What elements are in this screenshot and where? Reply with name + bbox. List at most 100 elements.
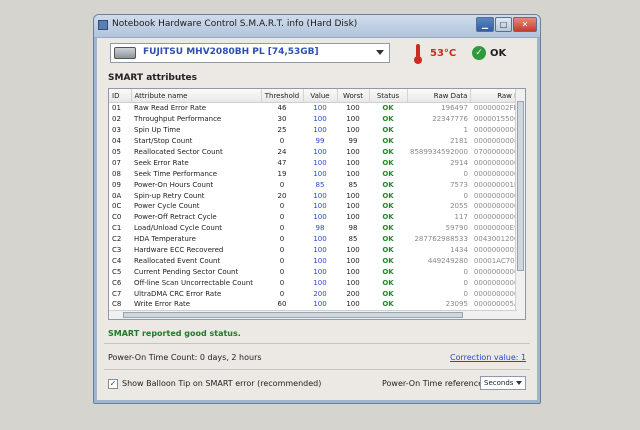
cell-worst: 100 bbox=[346, 246, 360, 255]
cell-worst: 100 bbox=[346, 256, 360, 265]
smart-info-window: Notebook Hardware Control S.M.A.R.T. inf… bbox=[93, 14, 541, 404]
cell-raw-data: 2181 bbox=[450, 137, 468, 146]
divider bbox=[104, 369, 530, 370]
cell-attribute-name: Seek Time Performance bbox=[134, 169, 218, 178]
cell-id: C7 bbox=[112, 289, 122, 298]
cell-attribute-name: UltraDMA CRC Error Rate bbox=[134, 289, 222, 298]
cell-attribute-name: Reallocated Event Count bbox=[134, 256, 221, 265]
cell-worst: 200 bbox=[346, 289, 360, 298]
cell-id: C1 bbox=[112, 224, 122, 233]
drive-dropdown[interactable]: FUJITSU MHV2080BH PL [74,53GB] bbox=[110, 43, 390, 63]
cell-value: 99 bbox=[315, 137, 325, 146]
cell-threshold: 0 bbox=[279, 137, 285, 146]
window-title: Notebook Hardware Control S.M.A.R.T. inf… bbox=[112, 19, 358, 29]
cell-attribute-name: Spin Up Time bbox=[134, 126, 181, 135]
cell-status: OK bbox=[382, 213, 394, 222]
column-header-id[interactable]: ID bbox=[109, 89, 132, 103]
table-row[interactable]: 05 Reallocated Sector Count 24 100 100 OK 8589… bbox=[109, 147, 523, 158]
cell-status: OK bbox=[382, 256, 394, 265]
column-header-value[interactable]: Value bbox=[303, 89, 338, 103]
column-header-attribute[interactable]: Attribute name bbox=[131, 89, 262, 103]
table-row[interactable]: C0 Power-Off Retract Cycle 0 100 100 OK 117 000… bbox=[109, 212, 523, 223]
cell-threshold: 60 bbox=[277, 300, 287, 309]
table-row[interactable]: 08 Seek Time Performance 19 100 100 OK 0 000000… bbox=[109, 168, 523, 179]
table-row[interactable]: 04 Start/Stop Count 0 99 99 OK 2181 0000000008 bbox=[109, 136, 523, 147]
cell-id: 05 bbox=[112, 148, 121, 156]
cell-status: OK bbox=[382, 191, 394, 200]
cell-worst: 85 bbox=[348, 235, 358, 244]
table-row[interactable]: C8 Write Error Rate 60 100 100 OK 23095 0000000… bbox=[109, 299, 523, 310]
minimize-button[interactable]: ▁ bbox=[476, 17, 494, 32]
column-header-raw-data[interactable]: Raw Data bbox=[407, 89, 472, 103]
horizontal-scrollbar[interactable] bbox=[109, 310, 517, 319]
cell-status: OK bbox=[382, 180, 394, 189]
cell-id: 0A bbox=[112, 191, 122, 200]
cell-threshold: 19 bbox=[277, 169, 287, 178]
cell-status: OK bbox=[382, 148, 394, 156]
cell-status: OK bbox=[382, 137, 394, 146]
chevron-down-icon[interactable] bbox=[376, 50, 384, 55]
power-on-reference-label: Power-On Time reference: bbox=[382, 379, 486, 388]
balloon-tip-label[interactable]: Show Balloon Tip on SMART error (recomme… bbox=[122, 379, 321, 388]
cell-raw-data: 59790 bbox=[445, 224, 468, 233]
table-row[interactable]: C2 HDA Temperature 0 100 85 OK 287762988533 004… bbox=[109, 234, 523, 245]
power-on-reference-dropdown[interactable]: Seconds bbox=[480, 376, 526, 390]
app-icon bbox=[98, 20, 108, 30]
section-title: SMART attributes bbox=[108, 73, 198, 83]
cell-status: OK bbox=[382, 169, 394, 178]
cell-attribute-name: Start/Stop Count bbox=[134, 137, 193, 146]
cell-raw-data: 2914 bbox=[450, 158, 468, 167]
cell-threshold: 46 bbox=[277, 104, 287, 113]
power-on-reference-value: Seconds bbox=[484, 379, 514, 387]
cell-id: 07 bbox=[112, 158, 121, 167]
cell-threshold: 0 bbox=[279, 278, 285, 287]
cell-value: 100 bbox=[313, 148, 327, 156]
maximize-button[interactable]: □ bbox=[495, 17, 512, 32]
table-row[interactable]: C7 UltraDMA CRC Error Rate 0 200 200 OK 0 00000… bbox=[109, 288, 523, 299]
table-row[interactable]: C5 Current Pending Sector Count 0 100 100 OK 0… bbox=[109, 266, 523, 277]
cell-threshold: 25 bbox=[277, 126, 287, 135]
cell-threshold: 0 bbox=[279, 202, 285, 211]
cell-id: C5 bbox=[112, 267, 122, 276]
cell-id: 03 bbox=[112, 126, 121, 135]
horizontal-scroll-thumb[interactable] bbox=[123, 312, 463, 318]
table-row[interactable]: C4 Reallocated Event Count 0 100 100 OK 449249… bbox=[109, 255, 523, 266]
column-header-worst[interactable]: Worst bbox=[337, 89, 370, 103]
title-bar[interactable]: Notebook Hardware Control S.M.A.R.T. inf… bbox=[94, 15, 540, 38]
cell-attribute-name: Reallocated Sector Count bbox=[134, 148, 223, 156]
table-row[interactable]: 01 Raw Read Error Rate 46 100 100 OK 196497 000… bbox=[109, 103, 523, 114]
table-row[interactable]: 07 Seek Error Rate 47 100 100 OK 2914 000000000… bbox=[109, 157, 523, 168]
cell-status: OK bbox=[382, 246, 394, 255]
correction-value-link[interactable]: Correction value: 1 bbox=[450, 353, 526, 362]
close-button[interactable]: ✕ bbox=[513, 17, 537, 32]
table-row[interactable]: C3 Hardware ECC Recovered 0 100 100 OK 1434 000… bbox=[109, 245, 523, 256]
cell-raw-data: 1 bbox=[463, 126, 468, 135]
table-row[interactable]: 02 Throughput Performance 30 100 100 OK 223477… bbox=[109, 114, 523, 125]
balloon-tip-checkbox[interactable]: ✓ bbox=[108, 379, 118, 389]
cell-value: 100 bbox=[313, 246, 327, 255]
column-header-threshold[interactable]: Threshold bbox=[261, 89, 304, 103]
column-header-status[interactable]: Status bbox=[369, 89, 408, 103]
chevron-down-icon[interactable] bbox=[516, 381, 522, 385]
cell-status: OK bbox=[382, 115, 394, 124]
cell-attribute-name: Raw Read Error Rate bbox=[134, 104, 207, 113]
cell-value: 85 bbox=[315, 180, 325, 189]
cell-threshold: 47 bbox=[277, 158, 287, 167]
cell-attribute-name: Off-line Scan Uncorrectable Count bbox=[134, 278, 254, 287]
cell-worst: 85 bbox=[348, 180, 358, 189]
cell-value: 100 bbox=[313, 191, 327, 200]
table-row[interactable]: 0C Power Cycle Count 0 100 100 OK 2055 00000000… bbox=[109, 201, 523, 212]
thermometer-icon bbox=[414, 44, 422, 64]
table-row[interactable]: C1 Load/Unload Cycle Count 0 98 98 OK 59790 000… bbox=[109, 223, 523, 234]
table-row[interactable]: C6 Off-line Scan Uncorrectable Count 0 100 1… bbox=[109, 277, 523, 288]
cell-raw-data: 196497 bbox=[441, 104, 468, 113]
table-row[interactable]: 0A Spin-up Retry Count 20 100 100 OK 0 00000000… bbox=[109, 190, 523, 201]
table-row[interactable]: 09 Power-On Hours Count 0 85 85 OK 7573 0000000… bbox=[109, 179, 523, 190]
cell-worst: 99 bbox=[348, 137, 358, 146]
vertical-scroll-thumb[interactable] bbox=[517, 101, 524, 271]
overall-status: OK bbox=[490, 48, 507, 59]
smart-attributes-table[interactable]: ID Attribute name Threshold Value Worst … bbox=[108, 88, 526, 320]
table-row[interactable]: 03 Spin Up Time 25 100 100 OK 1 0000000000 bbox=[109, 125, 523, 136]
cell-value: 100 bbox=[313, 213, 327, 222]
vertical-scrollbar[interactable] bbox=[515, 89, 525, 319]
